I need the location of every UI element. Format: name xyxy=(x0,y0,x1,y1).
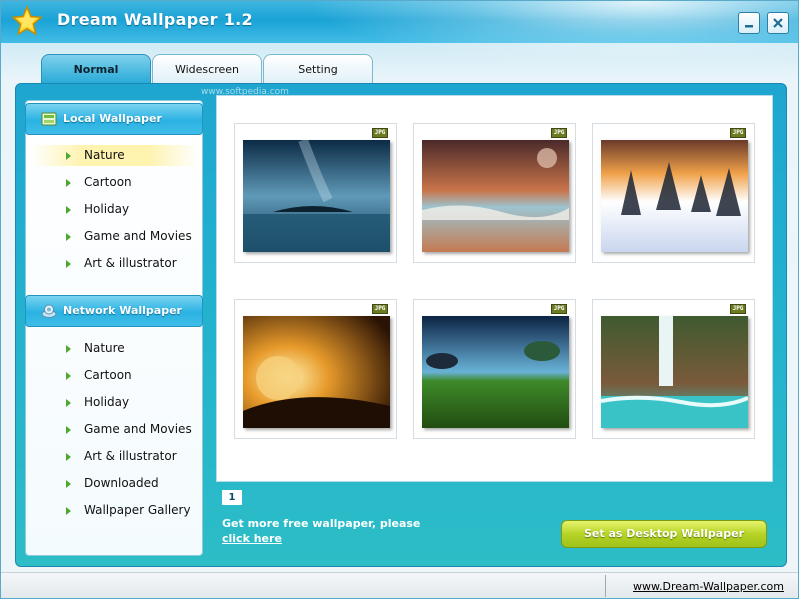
jpg-badge: JPG xyxy=(730,304,746,314)
nav-label: Holiday xyxy=(84,202,130,216)
nav-label: Downloaded xyxy=(84,476,159,490)
wallpaper-image-waterfall xyxy=(601,316,748,428)
tab-normal[interactable]: Normal xyxy=(41,54,151,85)
bullet-icon xyxy=(66,507,71,515)
bullet-icon xyxy=(66,345,71,353)
jpg-badge: JPG xyxy=(372,128,388,138)
nav-label: Cartoon xyxy=(84,368,132,382)
minimize-button[interactable] xyxy=(738,12,760,34)
wallpaper-thumbnail[interactable]: JPG xyxy=(413,123,576,263)
wallpaper-image-beach xyxy=(422,140,569,252)
nav-label: Game and Movies xyxy=(84,422,192,436)
bullet-icon xyxy=(66,453,71,461)
page-number[interactable]: 1 xyxy=(222,490,242,505)
click-here-link[interactable]: click here xyxy=(222,532,282,545)
thumbnail-grid: JPG JPG JPG JPG JPG JPG xyxy=(216,95,773,482)
local-item-cartoon[interactable]: Cartoon xyxy=(31,172,199,193)
jpg-badge: JPG xyxy=(551,304,567,314)
wallpaper-image-meadow xyxy=(422,316,569,428)
network-item-holiday[interactable]: Holiday xyxy=(31,392,199,413)
app-window: Dream Wallpaper 1.2 Normal Widescreen Se… xyxy=(0,0,799,599)
wallpaper-image-snow xyxy=(601,140,748,252)
network-item-downloaded[interactable]: Downloaded xyxy=(31,473,199,494)
wallpaper-image-island xyxy=(243,140,390,252)
minimize-icon xyxy=(745,25,753,28)
network-wallpaper-header[interactable]: Network Wallpaper xyxy=(25,295,203,327)
bullet-icon xyxy=(66,206,71,214)
bullet-icon xyxy=(66,372,71,380)
network-item-wallpaper-gallery[interactable]: Wallpaper Gallery xyxy=(31,500,199,521)
wallpaper-image-planet xyxy=(243,316,390,428)
jpg-badge: JPG xyxy=(372,304,388,314)
status-divider xyxy=(605,575,606,597)
nav-label: Cartoon xyxy=(84,175,132,189)
bullet-icon xyxy=(66,233,71,241)
nav-label: Nature xyxy=(84,341,125,355)
window-title: Dream Wallpaper 1.2 xyxy=(57,10,253,29)
local-item-game-and-movies[interactable]: Game and Movies xyxy=(31,226,199,247)
tab-widescreen[interactable]: Widescreen xyxy=(152,54,262,84)
tab-setting[interactable]: Setting xyxy=(263,54,373,84)
network-item-game-and-movies[interactable]: Game and Movies xyxy=(31,419,199,440)
nav-label: Game and Movies xyxy=(84,229,192,243)
jpg-badge: JPG xyxy=(551,128,567,138)
nav-label: Art & illustrator xyxy=(84,449,177,463)
local-item-nature[interactable]: Nature xyxy=(31,145,199,166)
wallpaper-thumbnail[interactable]: JPG xyxy=(234,123,397,263)
promo-text: Get more free wallpaper, please xyxy=(222,517,421,530)
jpg-badge: JPG xyxy=(730,128,746,138)
local-item-holiday[interactable]: Holiday xyxy=(31,199,199,220)
nav-label: Wallpaper Gallery xyxy=(84,503,191,517)
network-item-cartoon[interactable]: Cartoon xyxy=(31,365,199,386)
wallpaper-thumbnail[interactable]: JPG xyxy=(413,299,576,439)
star-icon xyxy=(11,5,43,36)
bullet-icon xyxy=(66,260,71,268)
network-globe-icon xyxy=(41,304,57,318)
nav-label: Nature xyxy=(84,148,125,162)
bullet-icon xyxy=(66,426,71,434)
wallpaper-thumbnail[interactable]: JPG xyxy=(592,299,755,439)
local-item-art-illustrator[interactable]: Art & illustrator xyxy=(31,253,199,274)
wallpaper-thumbnail[interactable]: JPG xyxy=(592,123,755,263)
bullet-icon xyxy=(66,399,71,407)
local-wallpaper-header[interactable]: Local Wallpaper xyxy=(25,103,203,135)
title-bar[interactable]: Dream Wallpaper 1.2 xyxy=(1,1,798,71)
close-button[interactable] xyxy=(767,12,789,34)
bullet-icon xyxy=(66,480,71,488)
nav-label: Art & illustrator xyxy=(84,256,177,270)
local-folder-icon xyxy=(41,112,57,126)
bullet-icon xyxy=(66,152,71,160)
wallpaper-thumbnail[interactable]: JPG xyxy=(234,299,397,439)
network-item-art-illustrator[interactable]: Art & illustrator xyxy=(31,446,199,467)
network-wallpaper-title: Network Wallpaper xyxy=(63,304,182,317)
bullet-icon xyxy=(66,179,71,187)
website-link[interactable]: www.Dream-Wallpaper.com xyxy=(633,580,784,593)
nav-label: Holiday xyxy=(84,395,130,409)
local-wallpaper-title: Local Wallpaper xyxy=(63,112,162,125)
network-item-nature[interactable]: Nature xyxy=(31,338,199,359)
close-icon xyxy=(773,18,783,28)
set-desktop-wallpaper-button[interactable]: Set as Desktop Wallpaper xyxy=(561,520,767,548)
